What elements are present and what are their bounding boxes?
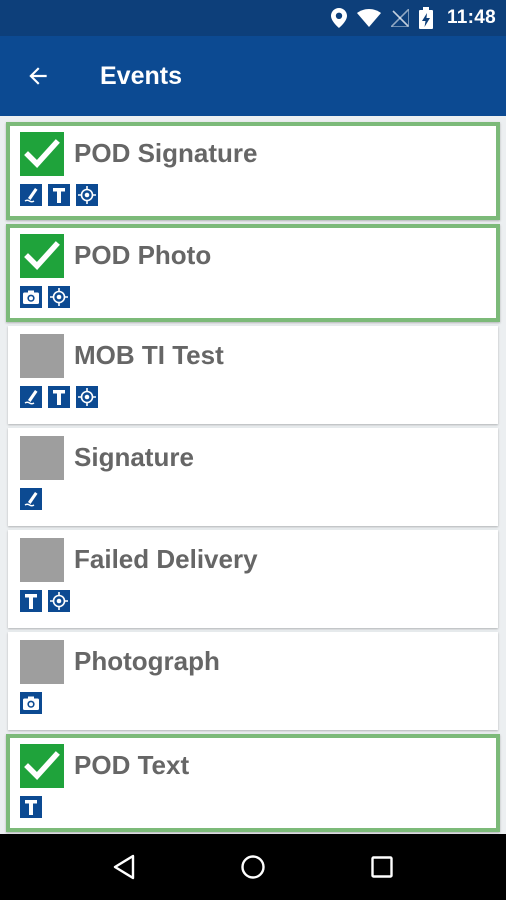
event-card[interactable]: POD Signature	[6, 122, 500, 220]
no-signal-icon	[390, 9, 409, 27]
event-checkbox[interactable]	[20, 538, 64, 582]
event-type-icons	[20, 692, 42, 714]
gps-icon	[76, 386, 98, 408]
event-type-icons	[20, 488, 42, 510]
camera-icon	[20, 286, 42, 308]
back-button[interactable]	[0, 36, 76, 116]
event-type-icons	[20, 286, 70, 308]
gps-icon	[48, 286, 70, 308]
text-icon	[20, 796, 42, 818]
battery-charging-icon	[418, 7, 433, 29]
event-type-icons	[20, 590, 70, 612]
event-type-icons	[20, 386, 98, 408]
back-triangle-icon	[114, 854, 135, 880]
wifi-icon	[356, 9, 381, 27]
event-type-icons	[20, 796, 42, 818]
event-label: Failed Delivery	[74, 544, 258, 574]
text-icon	[48, 386, 70, 408]
event-card[interactable]: Failed Delivery	[8, 530, 498, 628]
checkmark-icon	[24, 241, 60, 270]
event-label: MOB TI Test	[74, 340, 224, 370]
recents-square-icon	[370, 856, 393, 878]
event-card[interactable]: Signature	[8, 428, 498, 526]
event-checkbox[interactable]	[20, 132, 64, 176]
event-checkbox[interactable]	[20, 744, 64, 788]
event-checkbox[interactable]	[20, 436, 64, 480]
location-icon	[330, 8, 347, 28]
system-nav-bar	[0, 834, 506, 900]
event-label: POD Text	[74, 750, 190, 780]
page-title: Events	[100, 61, 182, 90]
text-icon	[20, 590, 42, 612]
arrow-back-icon	[29, 67, 47, 85]
checkmark-icon	[24, 139, 60, 168]
event-label: POD Photo	[74, 240, 212, 270]
nav-home-button[interactable]	[223, 837, 283, 897]
event-card[interactable]: POD Text	[6, 734, 500, 832]
signature-icon	[20, 184, 42, 206]
event-card[interactable]: POD Photo	[6, 224, 500, 322]
event-checkbox[interactable]	[20, 234, 64, 278]
camera-icon	[20, 692, 42, 714]
event-card[interactable]: MOB TI Test	[8, 326, 498, 424]
checkmark-icon	[24, 751, 60, 780]
signature-icon	[20, 386, 42, 408]
signature-icon	[20, 488, 42, 510]
home-circle-icon	[241, 855, 265, 879]
status-bar: 11:48	[0, 0, 506, 36]
nav-recents-button[interactable]	[352, 837, 412, 897]
event-label: Signature	[74, 442, 194, 472]
event-checkbox[interactable]	[20, 334, 64, 378]
event-card[interactable]: Photograph	[8, 632, 498, 730]
gps-icon	[48, 590, 70, 612]
event-label: Photograph	[74, 646, 220, 676]
nav-back-button[interactable]	[94, 837, 154, 897]
event-label: POD Signature	[74, 138, 258, 168]
event-checkbox[interactable]	[20, 640, 64, 684]
gps-icon	[76, 184, 98, 206]
status-time: 11:48	[446, 7, 496, 28]
text-icon	[48, 184, 70, 206]
events-list[interactable]: POD Signature POD Photo MOB TI Test Sign…	[0, 116, 506, 834]
app-bar: Events	[0, 36, 506, 116]
event-type-icons	[20, 184, 98, 206]
